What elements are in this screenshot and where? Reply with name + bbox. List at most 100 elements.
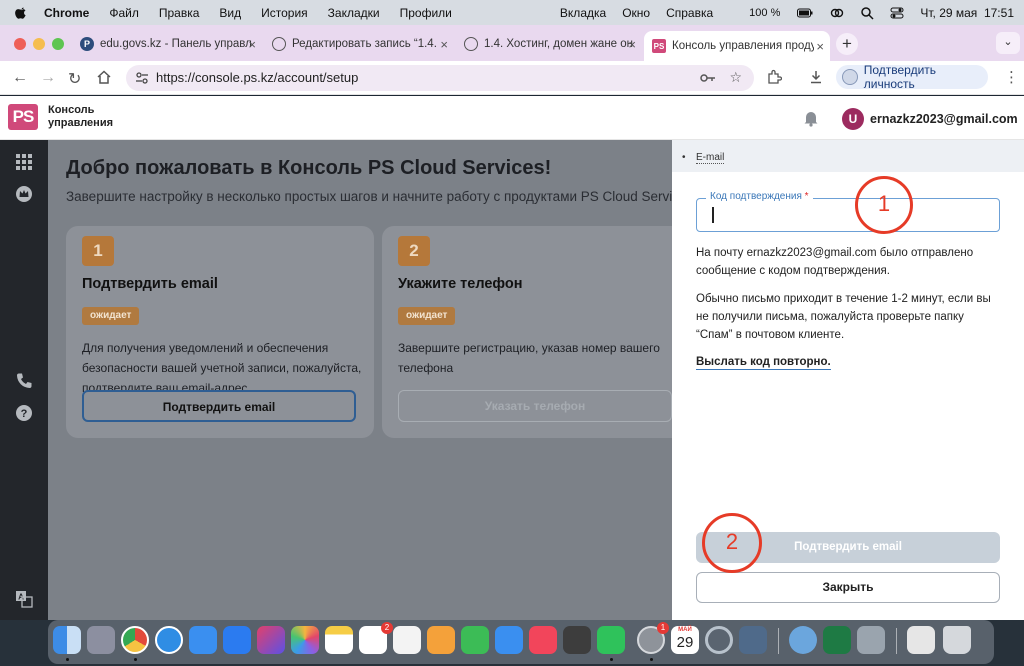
home-icon[interactable] bbox=[96, 69, 112, 85]
page-subtitle: Завершите настройку в несколько простых … bbox=[66, 189, 672, 204]
translate-icon[interactable]: A bbox=[15, 590, 33, 608]
address-bar[interactable]: https://console.ps.kz/account/setup ☆ bbox=[126, 65, 754, 91]
finder-icon[interactable] bbox=[53, 626, 81, 654]
tab-hosting[interactable]: 1.4. Хостинг, домен жане он × bbox=[456, 31, 642, 57]
bell-icon[interactable] bbox=[803, 110, 819, 127]
close-window-button[interactable] bbox=[14, 38, 26, 50]
documents-stack-icon[interactable] bbox=[907, 626, 935, 654]
chrome-icon[interactable] bbox=[121, 626, 149, 654]
menu-tab[interactable]: Вкладка bbox=[560, 6, 606, 20]
calendar-icon[interactable]: МАЙ 29 bbox=[671, 626, 699, 654]
annotation-circle-2: 2 bbox=[702, 513, 762, 573]
help-icon[interactable]: ? bbox=[15, 404, 33, 422]
phone-icon[interactable] bbox=[15, 372, 33, 390]
safari-icon[interactable] bbox=[155, 626, 183, 654]
tab-title: 1.4. Хостинг, домен жане он bbox=[484, 38, 634, 50]
battery-icon[interactable] bbox=[796, 6, 814, 20]
launchpad-icon[interactable] bbox=[87, 626, 115, 654]
breadcrumb-email[interactable]: E-mail bbox=[696, 152, 725, 164]
step-title: Подтвердить email bbox=[82, 276, 218, 292]
control-center-icon[interactable] bbox=[890, 6, 904, 20]
bookmark-star-icon[interactable]: ☆ bbox=[729, 69, 742, 86]
close-button[interactable]: Закрыть bbox=[696, 572, 1000, 603]
page-title: Добро пожаловать в Консоль PS Cloud Serv… bbox=[66, 157, 552, 179]
password-key-icon[interactable] bbox=[700, 71, 716, 85]
avatar[interactable]: U bbox=[842, 108, 864, 130]
close-tab-icon[interactable]: × bbox=[248, 37, 256, 52]
close-tab-icon[interactable]: × bbox=[440, 37, 448, 52]
excel-icon[interactable] bbox=[823, 626, 851, 654]
menu-profiles[interactable]: Профили bbox=[400, 6, 452, 20]
tab-edit-post[interactable]: Редактировать запись “1.4. × bbox=[264, 31, 454, 57]
running-indicator bbox=[650, 658, 653, 661]
preview-icon[interactable] bbox=[739, 626, 767, 654]
calendar-month: МАЙ bbox=[678, 627, 692, 633]
reload-icon[interactable]: ↻ bbox=[68, 69, 81, 89]
mail-icon[interactable] bbox=[189, 626, 217, 654]
menu-history[interactable]: История bbox=[261, 6, 308, 20]
forward-icon[interactable]: → bbox=[40, 69, 56, 87]
music-icon[interactable] bbox=[529, 626, 557, 654]
menu-clock[interactable]: Чт, 29 мая 17:51 bbox=[920, 6, 1014, 20]
new-tab-button[interactable]: + bbox=[836, 33, 858, 55]
main-content: Добро пожаловать в Консоль PS Cloud Serv… bbox=[48, 140, 672, 620]
ps-logo[interactable]: PS bbox=[8, 104, 38, 130]
menu-bookmarks[interactable]: Закладки bbox=[328, 6, 380, 20]
dock-separator bbox=[778, 628, 779, 654]
confirm-email-card-button[interactable]: Подтвердить email bbox=[82, 390, 356, 422]
globe-icon bbox=[464, 37, 478, 51]
numbers-icon[interactable] bbox=[461, 626, 489, 654]
verify-identity-button[interactable]: Подтвердить личность bbox=[836, 63, 988, 91]
app-store-icon[interactable] bbox=[223, 626, 251, 654]
tab-edu-govs[interactable]: P edu.govs.kz - Панель управл × bbox=[72, 31, 262, 57]
minimize-window-button[interactable] bbox=[33, 38, 45, 50]
zoom-window-button[interactable] bbox=[52, 38, 64, 50]
download-icon[interactable] bbox=[808, 69, 824, 85]
step-title: Укажите телефон bbox=[398, 276, 523, 292]
identity-badge-icon bbox=[842, 69, 858, 85]
macos-menu-bar: Chrome Файл Правка Вид История Закладки … bbox=[0, 0, 1024, 25]
browser-menu-icon[interactable]: ⋮ bbox=[1004, 68, 1019, 86]
freeform-icon[interactable] bbox=[393, 626, 421, 654]
notes-icon[interactable] bbox=[325, 626, 353, 654]
url-text[interactable]: https://console.ps.kz/account/setup bbox=[156, 70, 358, 85]
screenshot-app-icon[interactable] bbox=[857, 626, 885, 654]
grid-menu-icon[interactable] bbox=[15, 153, 33, 171]
tab-ps-console[interactable]: PS Консоль управления продук × bbox=[644, 31, 830, 61]
user-email[interactable]: ernazkz2023@gmail.com bbox=[870, 112, 1018, 126]
extensions-icon[interactable] bbox=[766, 69, 782, 85]
battery-percent: 100 % bbox=[749, 6, 781, 19]
breadcrumb: • E-mail bbox=[672, 140, 1024, 172]
tab-title: Консоль управления продук bbox=[672, 40, 822, 52]
apple-icon[interactable] bbox=[14, 6, 28, 20]
link-icon[interactable] bbox=[830, 6, 844, 20]
menu-window[interactable]: Окно bbox=[622, 6, 650, 20]
quicktime-icon[interactable] bbox=[705, 626, 733, 654]
wireless-diagnostics-icon[interactable] bbox=[789, 626, 817, 654]
brand-line2: управления bbox=[48, 117, 114, 129]
menu-help[interactable]: Справка bbox=[666, 6, 713, 20]
resend-code-link[interactable]: Выслать код повторно. bbox=[696, 356, 831, 370]
search-icon[interactable] bbox=[860, 6, 874, 20]
trash-icon[interactable] bbox=[943, 626, 971, 654]
back-icon[interactable]: ← bbox=[12, 69, 28, 87]
menu-app-name[interactable]: Chrome bbox=[44, 6, 89, 20]
site-settings-icon[interactable] bbox=[135, 71, 149, 85]
crown-icon[interactable] bbox=[15, 185, 33, 203]
shortcuts-icon[interactable] bbox=[257, 626, 285, 654]
tab-search-button[interactable]: ⌄ bbox=[996, 32, 1020, 54]
close-tab-icon[interactable]: × bbox=[814, 38, 824, 54]
photos-icon[interactable] bbox=[291, 626, 319, 654]
menu-file[interactable]: Файл bbox=[109, 6, 139, 20]
menu-edit[interactable]: Правка bbox=[159, 6, 200, 20]
pages-icon[interactable] bbox=[427, 626, 455, 654]
menu-view[interactable]: Вид bbox=[219, 6, 241, 20]
keynote-icon[interactable] bbox=[495, 626, 523, 654]
step-description: Для получения уведомлений и обеспечения … bbox=[82, 341, 362, 395]
close-tab-icon[interactable]: × bbox=[628, 37, 636, 52]
whatsapp-icon[interactable] bbox=[597, 626, 625, 654]
verification-code-input[interactable] bbox=[696, 198, 1000, 232]
add-phone-button[interactable]: Указать телефон bbox=[398, 390, 672, 422]
svg-text:?: ? bbox=[21, 408, 28, 420]
calculator-icon[interactable] bbox=[563, 626, 591, 654]
